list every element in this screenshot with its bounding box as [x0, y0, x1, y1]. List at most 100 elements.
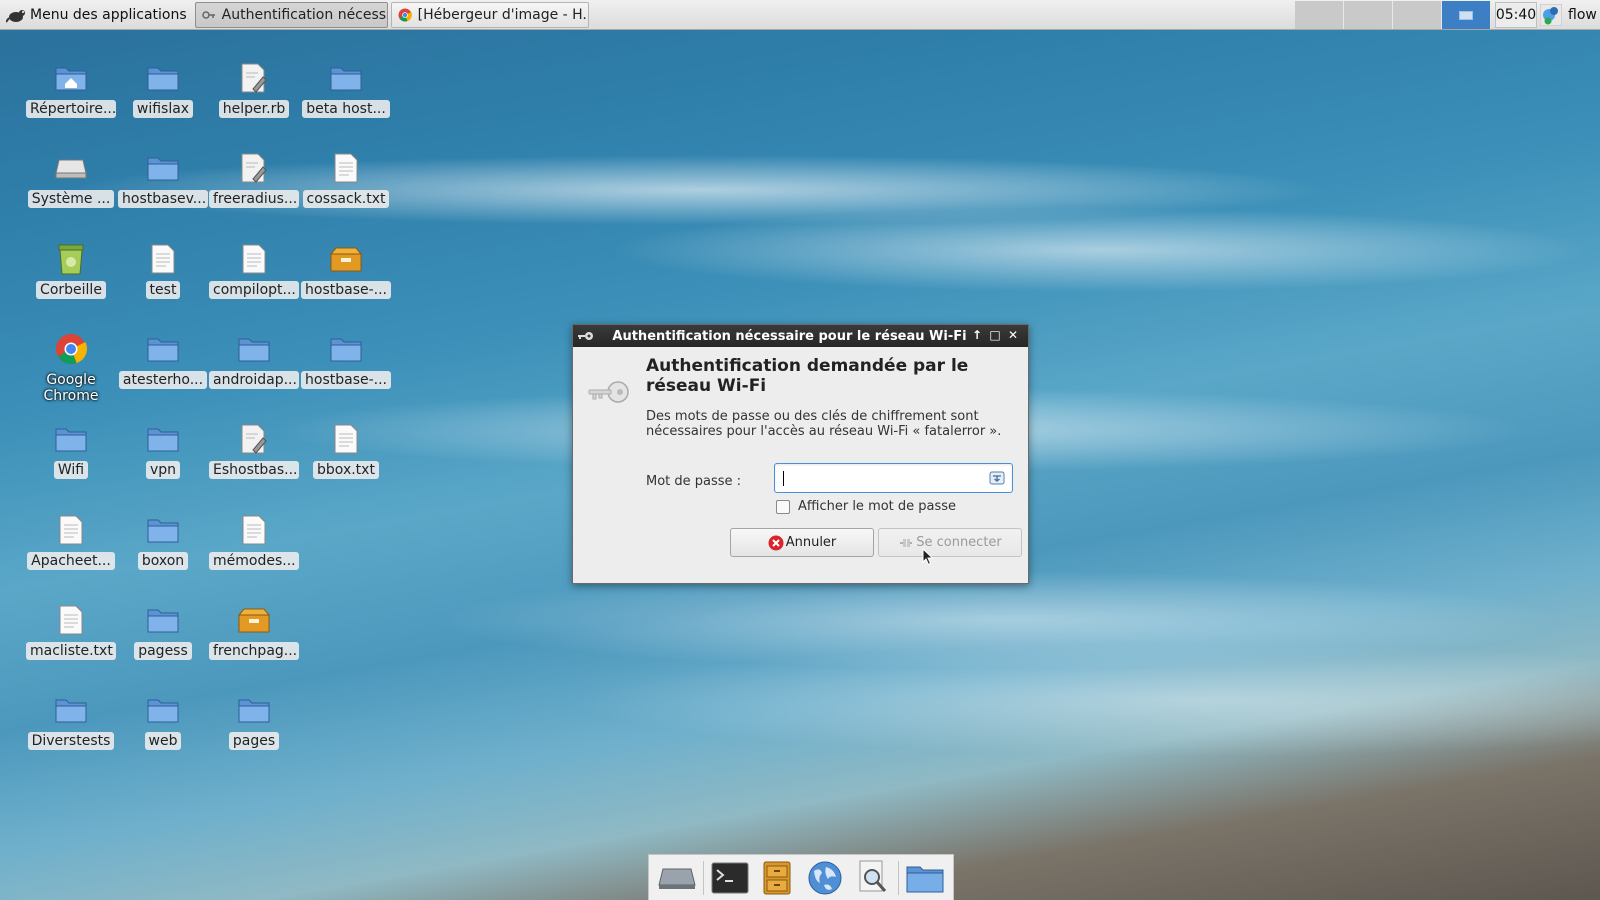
desktop-icon[interactable]: Diverstests — [26, 692, 116, 750]
desktop-icon-label: Wifi — [53, 461, 89, 479]
desktop-icon[interactable]: hostbase-... — [301, 331, 391, 389]
dialog-title-bar[interactable]: Authentification nécessaire pour le rése… — [573, 325, 1028, 347]
show-password-checkbox[interactable]: Afficher le mot de passe — [776, 499, 956, 514]
shade-button[interactable]: ↑ — [970, 328, 984, 342]
text-file-icon — [236, 241, 272, 277]
desktop-icon[interactable]: Apacheet... — [26, 512, 116, 570]
desktop-icon-label: boxon — [137, 552, 189, 570]
folder-icon — [145, 60, 181, 96]
folder-icon — [236, 331, 272, 367]
desktop-icon[interactable]: test — [118, 241, 208, 299]
maximize-button[interactable]: □ — [988, 328, 1002, 342]
desktop-icon[interactable]: macliste.txt — [26, 602, 116, 660]
close-button[interactable]: ✕ — [1006, 328, 1020, 342]
desktop-icon-label: hostbasev... — [118, 190, 208, 208]
desktop-icon[interactable]: pages — [209, 692, 299, 750]
desktop-icon[interactable]: androidap... — [209, 331, 299, 389]
connect-button[interactable]: Se connecter — [878, 528, 1022, 557]
text-caret — [783, 471, 784, 486]
desktop-icon[interactable]: Système ... — [26, 150, 116, 208]
key-icon — [578, 332, 593, 340]
cancel-button[interactable]: Annuler — [730, 528, 874, 557]
desktop-icon[interactable]: Corbeille — [26, 241, 116, 299]
dialog-heading: Authentification demandée par le réseau … — [646, 356, 969, 396]
desktop-icon[interactable]: mémodes... — [209, 512, 299, 570]
user-name[interactable]: flow — [1568, 0, 1597, 30]
desktop-icon-label: pages — [228, 732, 280, 750]
bottom-dock — [648, 854, 954, 900]
window-thumbnail — [1459, 10, 1473, 20]
folder-icon — [906, 866, 944, 892]
text-file-icon — [145, 241, 181, 277]
workspace-3[interactable] — [1393, 1, 1442, 29]
desktop-icon-label: hostbase-... — [301, 371, 391, 389]
desktop-icon[interactable]: helper.rb — [209, 60, 299, 118]
desktop-icon[interactable]: cossack.txt — [301, 150, 391, 208]
xfce-mouse-icon — [6, 9, 25, 23]
desktop-icon[interactable]: vpn — [118, 421, 208, 479]
package-icon — [236, 602, 272, 638]
key-store-icon[interactable] — [989, 470, 1005, 486]
trash-icon — [53, 241, 89, 277]
desktop-icon[interactable]: Répertoire... — [26, 60, 116, 118]
key-icon — [588, 381, 629, 403]
key-icon — [201, 10, 215, 19]
package-icon — [328, 241, 364, 277]
dialog-body: Authentification demandée par le réseau … — [573, 347, 1028, 583]
checkbox-box[interactable] — [776, 499, 790, 514]
text-file-icon — [53, 512, 89, 548]
drive-icon — [53, 150, 89, 186]
dock-item-folder[interactable] — [901, 858, 949, 898]
desktop-icon[interactable]: compilopt... — [209, 241, 299, 299]
password-field[interactable] — [774, 463, 1013, 493]
web-browser-icon — [808, 861, 842, 894]
clock[interactable]: 05:40 — [1495, 2, 1537, 28]
dock-separator — [898, 860, 900, 895]
desktop-icon[interactable]: beta host... — [301, 60, 391, 118]
workspace-switcher — [1295, 0, 1491, 30]
applications-menu-button[interactable]: Menu des applications — [0, 0, 193, 30]
desktop-icon-label: pagess — [134, 642, 192, 660]
cancel-icon — [768, 535, 784, 550]
workspace-2[interactable] — [1344, 1, 1393, 29]
desktop-icon[interactable]: Eshostbas... — [209, 421, 299, 479]
desktop-icon[interactable]: pagess — [118, 602, 208, 660]
desktop-icon[interactable]: hostbase-... — [301, 241, 391, 299]
drive-icon — [658, 868, 696, 889]
desktop-icon-label: bbox.txt — [313, 461, 379, 479]
desktop-icon-label: helper.rb — [218, 100, 290, 118]
desktop-icon-label: atesterho... — [118, 371, 208, 389]
desktop-icon[interactable]: Google Chrome — [26, 331, 116, 405]
dock-item-web-browser[interactable] — [801, 858, 849, 898]
desktop-icon-label: Système ... — [27, 190, 115, 208]
desktop-icon[interactable]: frenchpag... — [209, 602, 299, 660]
dock-item-file-cabinet[interactable] — [753, 858, 801, 898]
desktop-icon[interactable]: freeradius... — [209, 150, 299, 208]
desktop-icon[interactable]: boxon — [118, 512, 208, 570]
dock-item-drive[interactable] — [653, 858, 701, 898]
taskbar-item-chrome[interactable]: [Hébergeur d'image - H... — [390, 1, 589, 28]
desktop-icon[interactable]: Wifi — [26, 421, 116, 479]
network-manager-icon[interactable] — [1540, 4, 1562, 26]
desktop-icon[interactable]: web — [118, 692, 208, 750]
desktop-icon[interactable]: atesterho... — [118, 331, 208, 389]
dock-item-terminal[interactable] — [706, 858, 754, 898]
taskbar-item-auth-dialog[interactable]: Authentification nécess... — [194, 1, 388, 28]
taskbar-item-label: Authentification nécess... — [221, 6, 388, 23]
dialog-title: Authentification nécessaire pour le rése… — [612, 328, 967, 344]
file-cabinet-icon — [763, 861, 791, 894]
desktop-icon[interactable]: hostbasev... — [118, 150, 208, 208]
desktop-icon[interactable]: bbox.txt — [301, 421, 391, 479]
desktop-icon[interactable]: wifislax — [118, 60, 208, 118]
dock-item-search[interactable] — [849, 858, 897, 898]
password-input[interactable] — [781, 468, 981, 488]
desktop-icon-label: macliste.txt — [26, 642, 116, 660]
chrome-icon — [53, 331, 89, 367]
script-file-icon — [236, 150, 272, 186]
desktop-icon-label: Diverstests — [27, 732, 115, 750]
workspace-4[interactable] — [1442, 1, 1491, 29]
dock-separator — [702, 860, 704, 895]
desktop-icon-label: cossack.txt — [302, 190, 390, 208]
folder-icon — [53, 421, 89, 457]
workspace-1[interactable] — [1295, 1, 1344, 29]
